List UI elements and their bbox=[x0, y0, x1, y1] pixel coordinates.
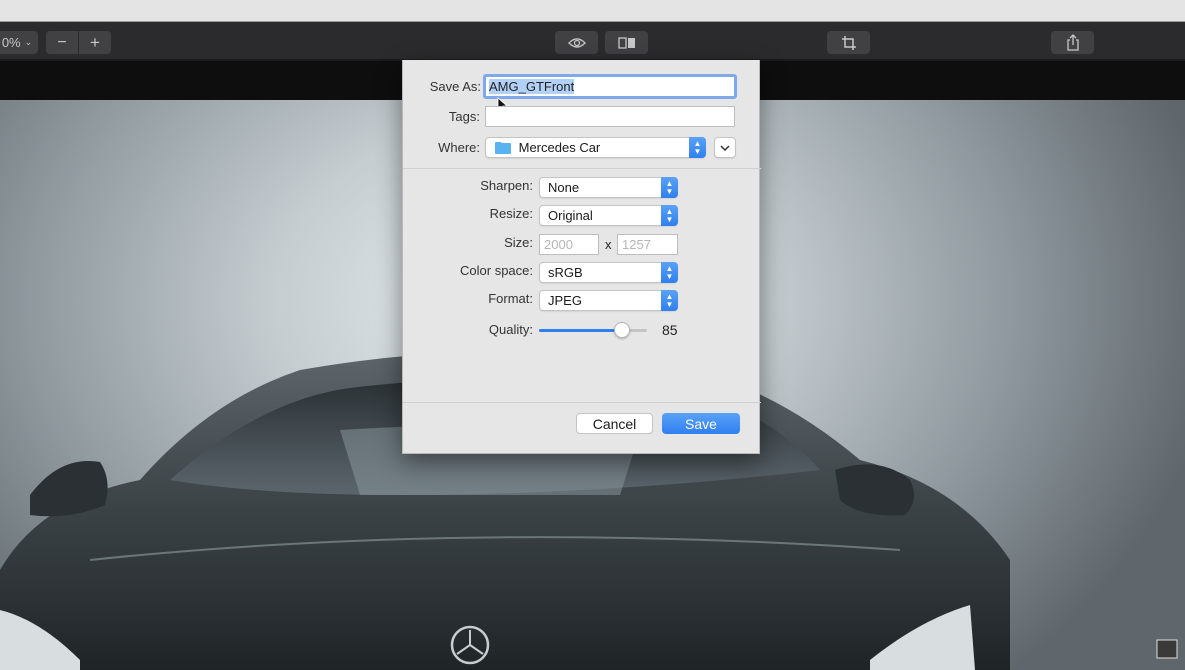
eye-icon bbox=[567, 37, 586, 48]
zoom-in-button[interactable]: + bbox=[79, 31, 111, 54]
size-width-field: 2000 bbox=[539, 234, 599, 255]
share-button[interactable] bbox=[1051, 31, 1094, 54]
where-popup[interactable]: Mercedes Car ▲ ▼ bbox=[485, 137, 706, 158]
sharpen-value: None bbox=[548, 180, 580, 195]
cancel-button[interactable]: Cancel bbox=[576, 413, 653, 434]
plus-icon: + bbox=[90, 32, 100, 52]
resize-label: Resize: bbox=[489, 206, 533, 221]
where-value: Mercedes Car bbox=[518, 140, 601, 155]
divider bbox=[403, 402, 761, 403]
quality-label: Quality: bbox=[488, 322, 533, 337]
zoom-value: 0% bbox=[1, 35, 21, 50]
minus-icon: − bbox=[57, 33, 67, 51]
split-view-icon bbox=[617, 36, 635, 49]
format-label: Format: bbox=[488, 291, 533, 306]
window-top-strip bbox=[0, 0, 1185, 22]
color-space-label: Color space: bbox=[460, 263, 533, 278]
color-space-value: sRGB bbox=[548, 265, 583, 280]
format-value: JPEG bbox=[548, 293, 582, 308]
tags-field[interactable] bbox=[485, 106, 735, 127]
size-label: Size: bbox=[504, 235, 533, 250]
chevron-down-icon: ⌄ bbox=[24, 37, 33, 47]
crop-icon bbox=[841, 35, 856, 50]
resize-value: Original bbox=[548, 208, 593, 223]
where-stepper: ▲ ▼ bbox=[689, 137, 706, 158]
chevron-down-icon: ▼ bbox=[693, 146, 702, 156]
chevron-down-icon bbox=[720, 144, 730, 151]
resize-popup[interactable]: Original ▲ ▼ bbox=[539, 205, 678, 226]
split-view-button[interactable] bbox=[605, 31, 648, 54]
cancel-label: Cancel bbox=[592, 415, 637, 432]
size-height-value: 1257 bbox=[622, 237, 651, 252]
share-icon bbox=[1066, 34, 1079, 51]
sharpen-label: Sharpen: bbox=[480, 178, 533, 193]
color-space-stepper: ▲ ▼ bbox=[661, 262, 678, 283]
format-stepper: ▲ ▼ bbox=[661, 290, 678, 311]
sharpen-stepper: ▲ ▼ bbox=[661, 177, 678, 198]
quality-slider[interactable] bbox=[539, 322, 647, 338]
divider bbox=[403, 168, 761, 169]
tags-label: Tags: bbox=[448, 109, 480, 124]
toolbar: 0% ⌄ − + bbox=[0, 22, 1185, 60]
save-label: Save bbox=[685, 415, 717, 432]
save-button[interactable]: Save bbox=[662, 413, 740, 434]
size-height-field: 1257 bbox=[617, 234, 678, 255]
save-as-value: AMG_GTFront bbox=[489, 79, 575, 94]
save-dialog: Save As: AMG_GTFront Tags: Where: Merced… bbox=[402, 60, 761, 454]
resize-stepper: ▲ ▼ bbox=[661, 205, 678, 226]
slider-knob[interactable] bbox=[614, 322, 631, 338]
save-as-field[interactable]: AMG_GTFront bbox=[483, 74, 737, 99]
preview-button[interactable] bbox=[555, 31, 598, 54]
folder-icon bbox=[495, 142, 511, 154]
where-label: Where: bbox=[438, 140, 480, 155]
color-space-popup[interactable]: sRGB ▲ ▼ bbox=[539, 262, 678, 283]
sharpen-popup[interactable]: None ▲ ▼ bbox=[539, 177, 678, 198]
expand-dialog-button[interactable] bbox=[714, 137, 736, 158]
size-separator: x bbox=[605, 237, 612, 252]
format-popup[interactable]: JPEG ▲ ▼ bbox=[539, 290, 678, 311]
zoom-dropdown[interactable]: 0% ⌄ bbox=[0, 31, 38, 54]
size-width-value: 2000 bbox=[544, 237, 573, 252]
save-as-label: Save As: bbox=[429, 79, 481, 94]
zoom-out-button[interactable]: − bbox=[46, 31, 78, 54]
crop-button[interactable] bbox=[827, 31, 870, 54]
slider-fill bbox=[539, 329, 623, 332]
quality-value: 85 bbox=[662, 322, 678, 338]
